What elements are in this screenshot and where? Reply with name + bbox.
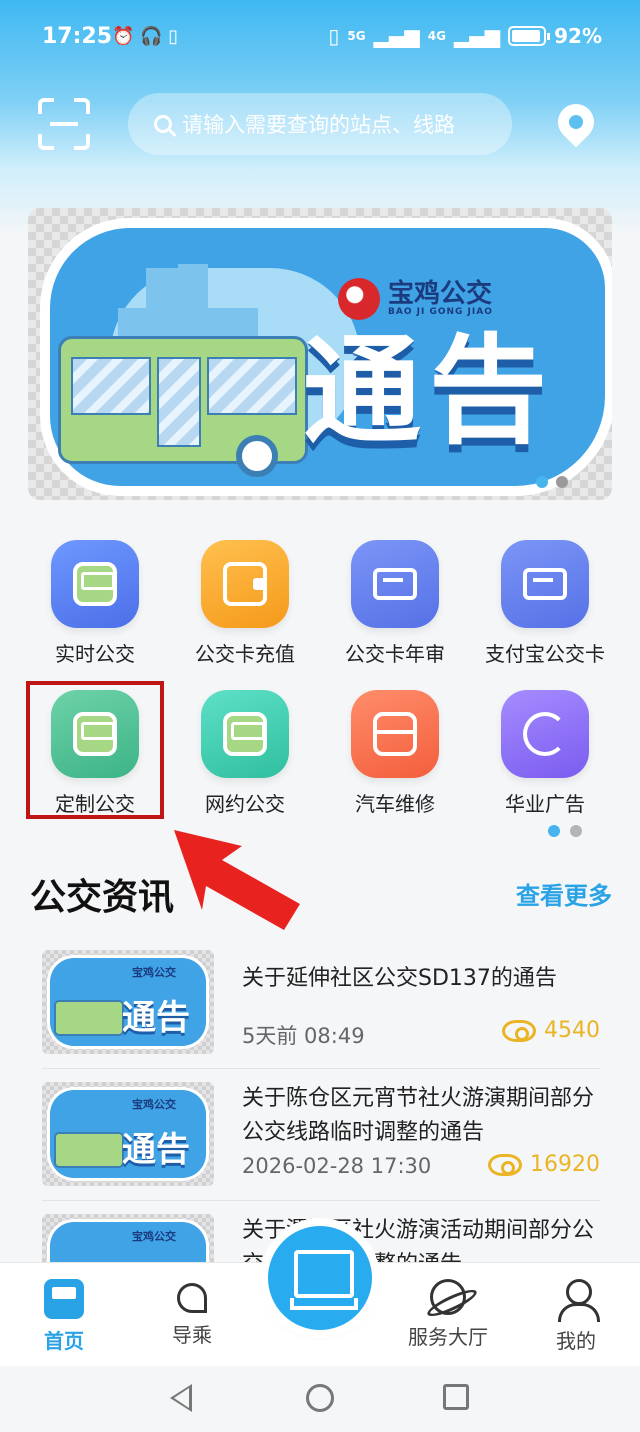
search-input[interactable]: 请输入需要查询的站点、线路 xyxy=(128,93,512,155)
nav-label: 服务大厅 xyxy=(408,1325,488,1349)
service-card-recharge[interactable]: 公交卡充值 xyxy=(170,540,320,667)
signal2-icon: ▂▄▆ xyxy=(453,24,501,48)
system-nav-bar xyxy=(0,1366,640,1432)
grid-dot[interactable] xyxy=(570,825,582,837)
service-alipay-card[interactable]: 支付宝公交卡 xyxy=(470,540,620,667)
news-item[interactable]: 宝鸡公交 通告 关于延伸社区公交SD137的通告 5天前 08:49 4540 xyxy=(42,950,600,1062)
news-thumbnail: 宝鸡公交 通告 xyxy=(42,950,214,1054)
nav-label: 首页 xyxy=(44,1329,84,1353)
news-more-link[interactable]: 查看更多 xyxy=(516,876,612,911)
news-thumbnail: 宝鸡公交 通告 xyxy=(42,1082,214,1186)
thumb-text: 通告 xyxy=(122,1130,190,1170)
nav-label: 导乘 xyxy=(172,1323,212,1347)
status-time: 17:25 xyxy=(42,24,113,49)
banner-dot[interactable] xyxy=(536,476,548,488)
news-headline: 关于延伸社区公交SD137的通告 xyxy=(242,966,557,991)
service-online-bus[interactable]: 网约公交 xyxy=(170,690,320,817)
red-arrow-icon xyxy=(174,830,300,930)
eye-icon xyxy=(488,1153,522,1176)
network2-label: 4G xyxy=(427,29,446,43)
divider xyxy=(42,1200,600,1201)
box-icon xyxy=(351,690,439,778)
service-card-annual[interactable]: 公交卡年审 xyxy=(320,540,470,667)
network-label: 5G xyxy=(347,29,366,43)
recent-apps-icon[interactable] xyxy=(443,1384,469,1410)
grid-dot[interactable] xyxy=(548,825,560,837)
scan-icon[interactable] xyxy=(38,98,90,150)
battery-icon xyxy=(508,26,551,46)
news-item[interactable]: 宝鸡公交 通告 关于陈仓区元宵节社火游演期间部分公交线路临时调整的通告 2026… xyxy=(42,1082,600,1194)
nav-home[interactable]: 首页 xyxy=(4,1279,124,1354)
news-view-count: 4540 xyxy=(544,1018,600,1043)
news-time: 2026-02-28 17:30 xyxy=(242,1154,432,1178)
news-section-title: 公交资讯 xyxy=(30,877,175,918)
card-icon xyxy=(351,540,439,628)
service-realtime-bus[interactable]: 实时公交 xyxy=(20,540,170,667)
signal-icon: ▂▄▆ xyxy=(373,24,420,48)
user-icon xyxy=(556,1279,600,1322)
grid-pagination xyxy=(548,825,582,837)
service-car-repair[interactable]: 汽车维修 xyxy=(320,690,470,817)
thumb-brand: 宝鸡公交 xyxy=(132,1230,176,1243)
banner-pagination xyxy=(536,476,568,488)
status-right: ▯ 5G ▂▄▆ 4G ▂▄▆ 92% xyxy=(328,24,602,48)
banner-title: 通告 xyxy=(303,322,556,460)
service-label: 网约公交 xyxy=(205,792,285,816)
bus-icon xyxy=(51,540,139,628)
vibrate-icon: ▯ xyxy=(328,24,340,48)
home-bus-icon xyxy=(44,1279,84,1319)
bus-side-icon xyxy=(201,690,289,778)
card-icon xyxy=(501,540,589,628)
news-thumbnail: 宝鸡公交 xyxy=(42,1214,214,1262)
search-placeholder: 请输入需要查询的站点、线路 xyxy=(182,113,455,137)
service-huaye-ads[interactable]: 华业广告 xyxy=(470,690,620,817)
back-icon[interactable] xyxy=(170,1384,192,1412)
brand-logo-icon xyxy=(338,278,380,320)
planet-icon xyxy=(430,1279,466,1315)
news-views: 16920 xyxy=(488,1152,600,1177)
service-label: 支付宝公交卡 xyxy=(485,642,605,666)
divider xyxy=(42,1068,600,1069)
alarm-headphone-icons: ⏰ 🎧 ▯ xyxy=(112,26,179,47)
brand-name: 宝鸡公交 xyxy=(388,279,493,309)
qr-code-button[interactable] xyxy=(268,1226,372,1330)
nav-mine[interactable]: 我的 xyxy=(516,1279,636,1354)
route-icon xyxy=(177,1283,207,1313)
moon-icon xyxy=(501,690,589,778)
service-label: 公交卡年审 xyxy=(345,642,445,666)
news-time: 5天前 08:49 xyxy=(242,1024,365,1048)
status-bar: 17:25 ⏰ 🎧 ▯ ▯ 5G ▂▄▆ 4G ▂▄▆ 92% xyxy=(0,0,640,76)
battery-level: 92% xyxy=(554,24,602,48)
thumb-brand: 宝鸡公交 xyxy=(132,966,176,979)
nav-label: 我的 xyxy=(556,1329,596,1353)
nav-guide[interactable]: 导乘 xyxy=(132,1279,252,1348)
eye-icon xyxy=(502,1019,536,1042)
service-label: 华业广告 xyxy=(505,792,585,816)
thumb-brand: 宝鸡公交 xyxy=(132,1098,176,1111)
news-view-count: 16920 xyxy=(530,1152,600,1177)
service-label: 实时公交 xyxy=(55,642,135,666)
service-label: 公交卡充值 xyxy=(195,642,295,666)
banner-bus xyxy=(58,336,308,477)
nav-service-hall[interactable]: 服务大厅 xyxy=(388,1279,508,1350)
wallet-icon xyxy=(201,540,289,628)
news-headline: 关于陈仓区元宵节社火游演期间部分公交线路临时调整的通告 xyxy=(242,1086,595,1145)
brand-logo: 宝鸡公交 BAO JI GONG JIAO xyxy=(338,278,493,320)
banner-carousel[interactable]: 宝鸡公交 BAO JI GONG JIAO 通告 xyxy=(28,208,612,500)
home-circle-icon[interactable] xyxy=(306,1384,334,1412)
news-views: 4540 xyxy=(502,1018,600,1043)
search-icon xyxy=(154,115,172,133)
brand-name-en: BAO JI GONG JIAO xyxy=(388,307,493,317)
banner-dot[interactable] xyxy=(556,476,568,488)
highlight-box xyxy=(26,681,164,819)
service-label: 汽车维修 xyxy=(355,792,435,816)
thumb-text: 通告 xyxy=(122,998,190,1038)
